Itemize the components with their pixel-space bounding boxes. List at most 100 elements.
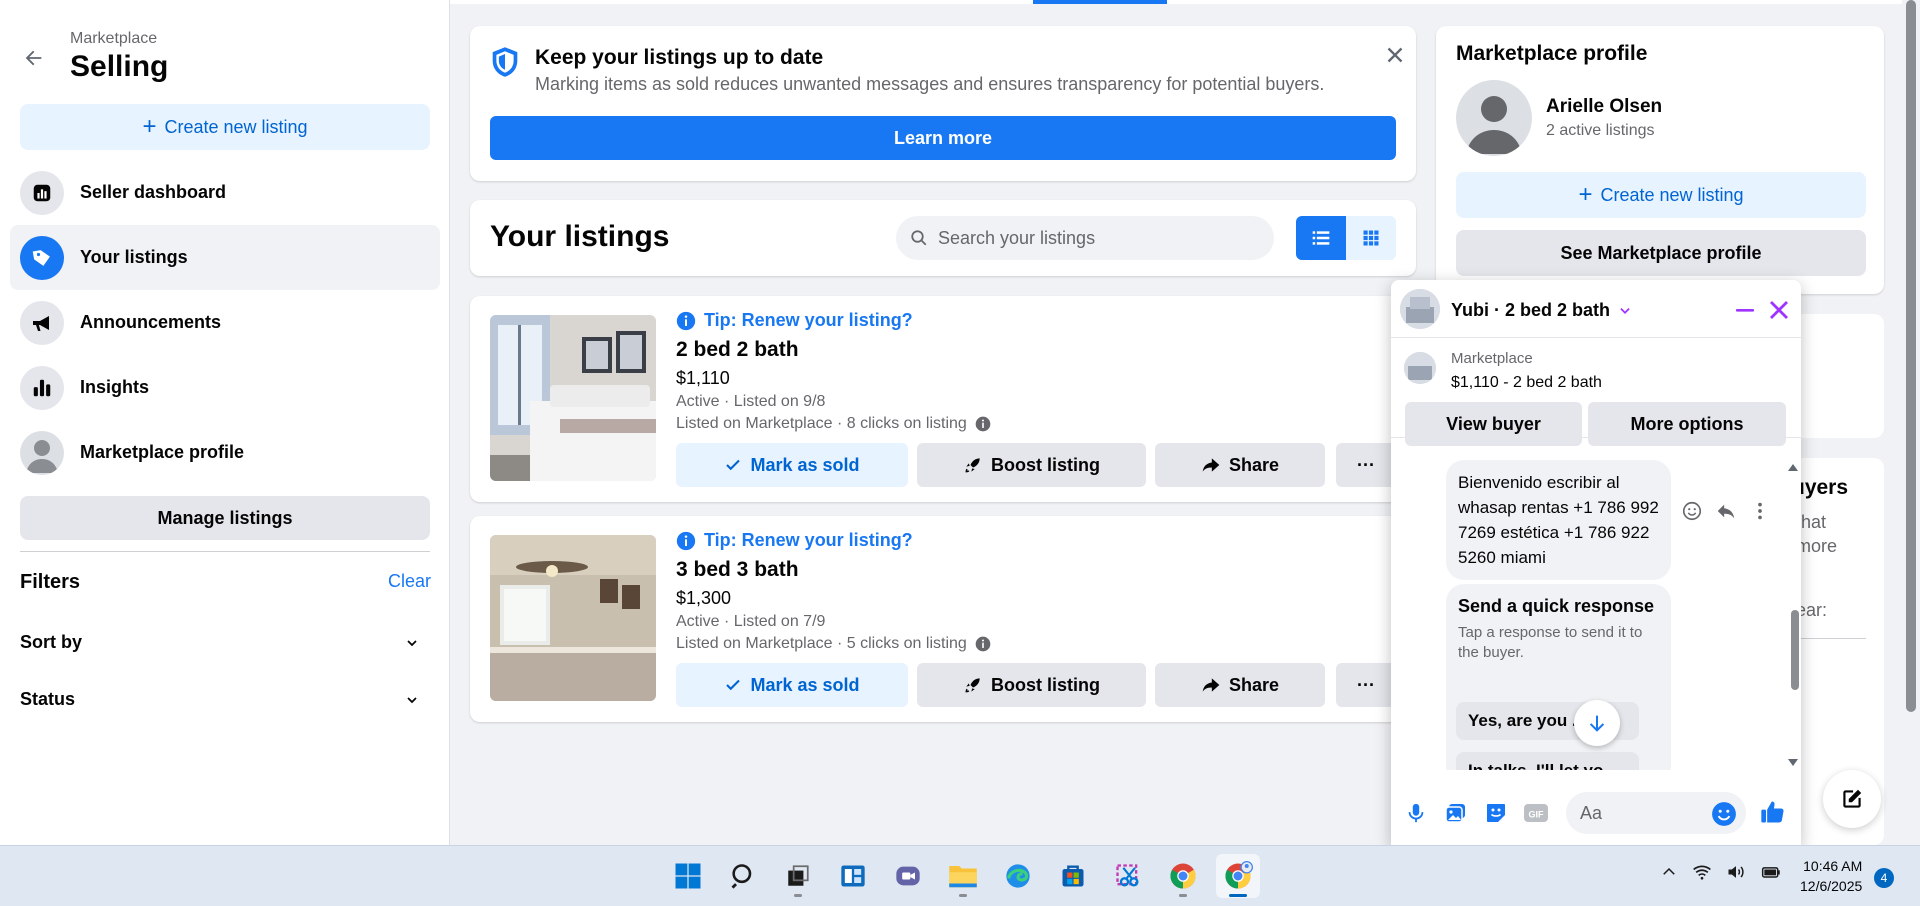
task-view-icon[interactable] — [776, 854, 820, 898]
chat-messages[interactable]: Bienvenido escribir al whasap rentas +1 … — [1391, 460, 1801, 770]
share-button[interactable]: Share — [1155, 663, 1325, 707]
listing-thumbnail[interactable] — [1404, 352, 1436, 384]
widgets-icon[interactable] — [831, 854, 875, 898]
info-icon[interactable] — [975, 636, 991, 652]
grid-view-button[interactable] — [1346, 216, 1396, 260]
compose-icon — [1839, 786, 1865, 812]
sidebar-item-label: Announcements — [80, 312, 222, 332]
gif-icon[interactable]: GIF — [1523, 800, 1549, 826]
reply-icon[interactable] — [1715, 500, 1737, 522]
boost-listing-button[interactable]: Boost listing — [917, 443, 1146, 487]
quick-response-subtitle: Tap a response to send it to the buyer. — [1458, 624, 1643, 661]
more-vertical-icon[interactable] — [1749, 500, 1771, 522]
listing-photo[interactable] — [490, 315, 656, 481]
thumbs-up-icon[interactable] — [1759, 798, 1787, 826]
windows-start-icon[interactable] — [666, 854, 710, 898]
listing-card[interactable]: Tip: Renew your listing? 2 bed 2 bath $1… — [470, 296, 1416, 502]
file-explorer-icon[interactable] — [941, 854, 985, 898]
arrow-down-icon — [1586, 712, 1608, 734]
renew-tip[interactable]: Tip: Renew your listing? — [676, 530, 913, 551]
listing-photo[interactable] — [490, 535, 656, 701]
photo-icon[interactable] — [1443, 800, 1469, 826]
emoji-icon[interactable] — [1711, 801, 1737, 827]
listing-card[interactable]: Tip: Renew your listing? 3 bed 3 bath $1… — [470, 516, 1416, 722]
listing-meta-text: Listed on Marketplace · 5 clicks on list… — [676, 635, 967, 652]
sidebar-item-marketplace-profile[interactable]: Marketplace profile — [10, 420, 440, 485]
sidebar-item-seller-dashboard[interactable]: Seller dashboard — [10, 160, 440, 225]
chat-header[interactable]: Yubi · 2 bed 2 bath — [1391, 280, 1801, 338]
boost-listing-label: Boost listing — [991, 454, 1100, 475]
chrome-icon[interactable] — [1161, 854, 1205, 898]
more-options-button[interactable]: More options — [1588, 402, 1786, 446]
your-listings-header: Your listings — [470, 200, 1416, 276]
page-scrollbar-thumb[interactable] — [1906, 0, 1916, 712]
manage-listings-button[interactable]: Manage listings — [20, 496, 430, 540]
running-indicator — [1229, 894, 1247, 897]
message-bubble[interactable]: Bienvenido escribir al whasap rentas +1 … — [1446, 460, 1671, 580]
listing-meta: Listed on Marketplace · 8 clicks on list… — [676, 415, 991, 433]
avatar[interactable] — [1456, 80, 1532, 156]
notification-badge[interactable]: 4 — [1874, 868, 1894, 888]
search-bar[interactable] — [896, 216, 1274, 260]
sidebar-item-your-listings[interactable]: Your listings — [10, 225, 440, 290]
sticker-icon[interactable] — [1483, 800, 1509, 826]
listing-status: Active · Listed on 7/9 — [676, 613, 826, 630]
create-listing-button[interactable]: + Create new listing — [1456, 172, 1866, 218]
react-emoji-icon[interactable] — [1681, 500, 1703, 522]
banner-subtitle: Marking items as sold reduces unwanted m… — [535, 74, 1325, 94]
listing-title[interactable]: 2 bed 2 bath — [676, 338, 799, 362]
search-input[interactable] — [938, 227, 1258, 249]
learn-more-button[interactable]: Learn more — [490, 116, 1396, 160]
sidebar-item-announcements[interactable]: Announcements — [10, 290, 440, 355]
status-dropdown[interactable]: Status — [20, 689, 420, 710]
view-buyer-button[interactable]: View buyer — [1405, 402, 1582, 446]
svg-text:GIF: GIF — [1529, 810, 1545, 820]
back-arrow-icon[interactable] — [20, 44, 48, 72]
check-icon — [724, 456, 742, 474]
minimize-icon[interactable] — [1733, 298, 1757, 322]
renew-tip[interactable]: Tip: Renew your listing? — [676, 310, 913, 331]
plus-icon: + — [142, 113, 157, 140]
mark-as-sold-button[interactable]: Mark as sold — [676, 663, 908, 707]
list-view-button[interactable] — [1296, 216, 1346, 260]
more-options-button[interactable]: ··· — [1336, 443, 1396, 487]
create-listing-button[interactable]: + Create new listing — [20, 104, 430, 150]
new-message-button[interactable] — [1823, 770, 1881, 828]
share-button[interactable]: Share — [1155, 443, 1325, 487]
volume-icon[interactable] — [1726, 862, 1746, 882]
mark-as-sold-label: Mark as sold — [750, 454, 860, 475]
store-icon[interactable] — [1051, 854, 1095, 898]
quick-response-option[interactable]: In talks, I'll let yo... — [1456, 752, 1639, 770]
profile-name[interactable]: Arielle Olsen — [1546, 96, 1662, 118]
see-marketplace-profile-button[interactable]: See Marketplace profile — [1456, 230, 1866, 276]
battery-icon[interactable] — [1760, 862, 1782, 882]
clock[interactable]: 10:46 AM 12/6/2025 — [1800, 856, 1862, 896]
chat-icon[interactable] — [886, 854, 930, 898]
chrome-profile-icon[interactable] — [1216, 854, 1260, 898]
chevron-up-icon[interactable] — [1660, 863, 1678, 881]
close-icon[interactable] — [1382, 42, 1408, 68]
listing-title[interactable]: 3 bed 3 bath — [676, 558, 799, 582]
marketplace-label: Marketplace — [1451, 350, 1533, 367]
microphone-icon[interactable] — [1403, 800, 1429, 826]
search-icon[interactable] — [721, 854, 765, 898]
close-icon[interactable] — [1767, 298, 1791, 322]
sidebar-item-insights[interactable]: Insights — [10, 355, 440, 420]
snipping-tool-icon[interactable] — [1106, 854, 1150, 898]
status-label: Status — [20, 689, 76, 709]
edge-icon[interactable] — [996, 854, 1040, 898]
more-options-button[interactable]: ··· — [1336, 663, 1396, 707]
mark-as-sold-button[interactable]: Mark as sold — [676, 443, 908, 487]
wifi-icon[interactable] — [1692, 862, 1712, 882]
info-icon[interactable] — [975, 416, 991, 432]
message-input[interactable] — [1580, 802, 1700, 824]
share-icon — [1201, 675, 1221, 695]
sort-by-dropdown[interactable]: Sort by — [20, 632, 420, 653]
chat-scrollbar-thumb[interactable] — [1791, 610, 1799, 690]
scroll-to-bottom-button[interactable] — [1574, 700, 1620, 746]
active-tab-indicator — [1033, 0, 1167, 4]
boost-listing-button[interactable]: Boost listing — [917, 663, 1146, 707]
avatar[interactable] — [1400, 289, 1440, 329]
chat-title[interactable]: Yubi · 2 bed 2 bath — [1451, 300, 1632, 321]
clear-filters-link[interactable]: Clear — [388, 571, 431, 592]
